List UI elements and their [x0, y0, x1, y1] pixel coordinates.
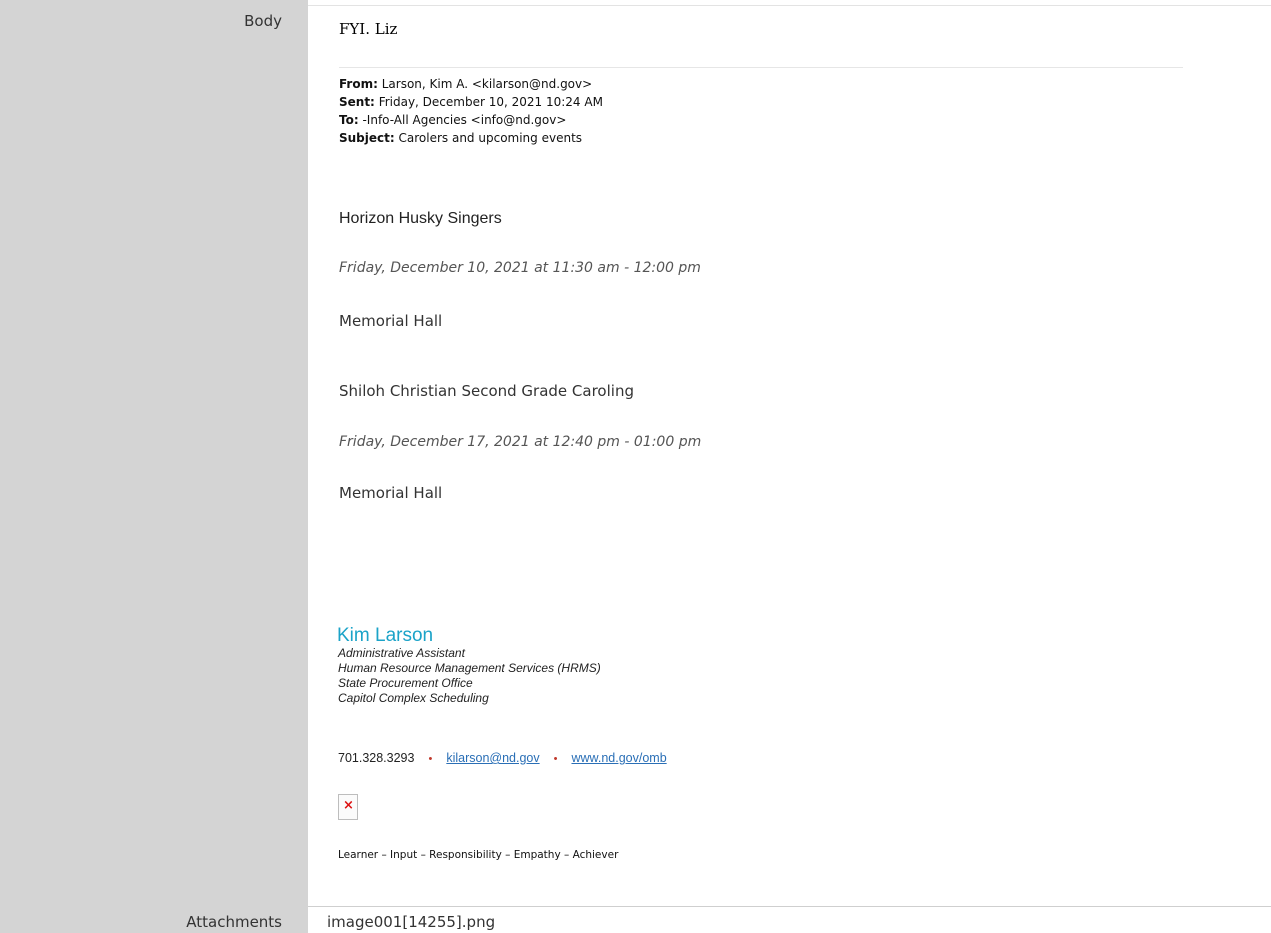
event-title: Shiloh Christian Second Grade Caroling: [339, 382, 634, 400]
broken-image-x-icon: ×: [343, 798, 354, 813]
from-value: Larson, Kim A. <kilarson@nd.gov>: [381, 77, 593, 91]
from-line: From: Larson, Kim A. <kilarson@nd.gov>: [339, 75, 592, 93]
attachments-label: Attachments: [186, 913, 282, 931]
subject-label: Subject:: [339, 131, 395, 145]
signature-name: Kim Larson: [337, 625, 434, 646]
signature-email-link[interactable]: kilarson@nd.gov: [446, 751, 539, 765]
email-intro: FYI. Liz: [339, 20, 398, 38]
broken-image-icon: ×: [338, 794, 358, 820]
separator-dot-icon: •: [428, 753, 433, 765]
top-divider: [308, 5, 1271, 6]
to-line: To: -Info-All Agencies <info@nd.gov>: [339, 111, 566, 129]
event-date: Friday, December 17, 2021 at 12:40 pm - …: [339, 434, 702, 450]
sent-value: Friday, December 10, 2021 10:24 AM: [378, 95, 603, 109]
header-rule: [339, 67, 1183, 68]
subject-value: Carolers and upcoming events: [398, 131, 583, 145]
field-label-column: Body Attachments: [0, 0, 308, 933]
to-label: To:: [339, 113, 359, 127]
signature-office: State Procurement Office: [338, 676, 473, 690]
sent-line: Sent: Friday, December 10, 2021 10:24 AM: [339, 93, 603, 111]
signature-contact: 701.328.3293 • kilarson@nd.gov • www.nd.gov/…: [338, 751, 667, 765]
event-location: Memorial Hall: [339, 484, 443, 502]
event-location: Memorial Hall: [339, 312, 443, 330]
bottom-divider: [308, 906, 1271, 907]
body-label: Body: [244, 12, 282, 30]
signature-scheduling: Capitol Complex Scheduling: [338, 691, 489, 705]
event-title: Horizon Husky Singers: [339, 210, 502, 227]
signature-website-link[interactable]: www.nd.gov/omb: [571, 751, 666, 765]
signature-strengths: Learner – Input – Responsibility – Empat…: [338, 849, 619, 861]
signature-title: Administrative Assistant: [338, 646, 465, 660]
signature-phone: 701.328.3293: [338, 751, 415, 765]
attachment-file-link[interactable]: image001[14255].png: [327, 913, 495, 931]
event-date: Friday, December 10, 2021 at 11:30 am - …: [339, 260, 701, 276]
separator-dot-icon: •: [553, 753, 558, 765]
sent-label: Sent:: [339, 95, 375, 109]
subject-line: Subject: Carolers and upcoming events: [339, 129, 582, 147]
signature-department: Human Resource Management Services (HRMS…: [338, 661, 601, 675]
from-label: From:: [339, 77, 378, 91]
to-value: -Info-All Agencies <info@nd.gov>: [362, 113, 567, 127]
